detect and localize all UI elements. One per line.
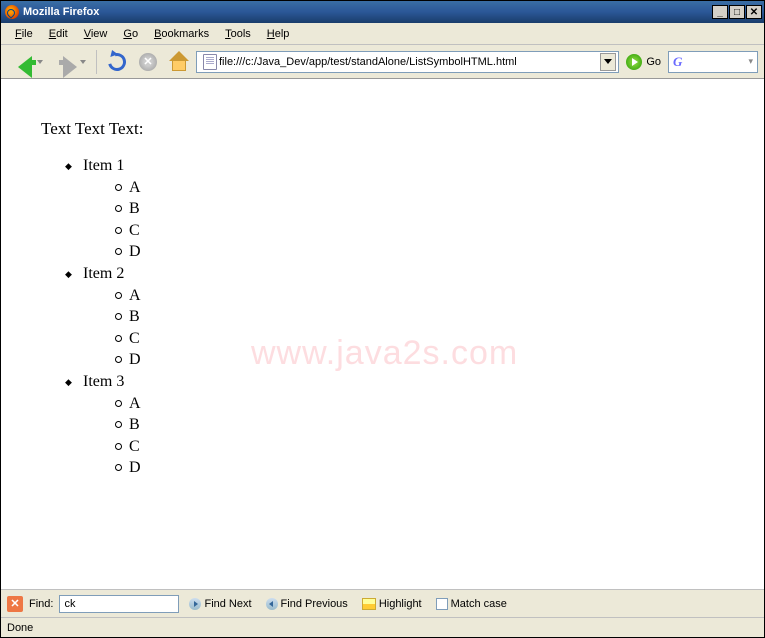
list-item: A bbox=[115, 393, 744, 415]
menubar: File Edit View Go Bookmarks Tools Help bbox=[1, 23, 764, 45]
maximize-button[interactable]: □ bbox=[729, 5, 745, 19]
inner-list: A B C D bbox=[83, 177, 744, 263]
item-label: Item 1 bbox=[83, 157, 124, 174]
find-toolbar: ✕ Find: Find Next Find Previous Highligh… bbox=[1, 589, 764, 617]
search-dropdown-icon: ▾ bbox=[748, 56, 753, 67]
address-bar[interactable]: file:///c:/Java_Dev/app/test/standAlone/… bbox=[196, 51, 619, 73]
statusbar: Done bbox=[1, 617, 764, 637]
address-dropdown-button[interactable] bbox=[600, 53, 616, 71]
find-next-button[interactable]: Find Next bbox=[185, 596, 255, 612]
list-item: D bbox=[115, 349, 744, 371]
close-button[interactable]: ✕ bbox=[746, 5, 762, 19]
back-button[interactable] bbox=[7, 49, 47, 75]
window-controls: _ □ ✕ bbox=[712, 5, 762, 19]
list-item: B bbox=[115, 306, 744, 328]
go-icon bbox=[626, 54, 642, 70]
list-item: Item 3 A B C D bbox=[69, 371, 744, 479]
item-label: Item 2 bbox=[83, 265, 124, 282]
stop-button[interactable] bbox=[134, 49, 162, 75]
separator bbox=[96, 50, 97, 74]
list-item: C bbox=[115, 328, 744, 350]
list-item: A bbox=[115, 177, 744, 199]
list-item: C bbox=[115, 220, 744, 242]
menu-edit[interactable]: Edit bbox=[41, 26, 76, 42]
list-item: B bbox=[115, 198, 744, 220]
find-next-label: Find Next bbox=[204, 598, 251, 610]
reload-button[interactable] bbox=[103, 49, 131, 75]
page-icon bbox=[203, 54, 217, 70]
match-case-label: Match case bbox=[451, 598, 507, 610]
list-item: D bbox=[115, 241, 744, 263]
search-engine-icon: G bbox=[673, 54, 682, 70]
search-box[interactable]: G ▾ bbox=[668, 51, 758, 73]
menu-tools[interactable]: Tools bbox=[217, 26, 259, 42]
find-previous-icon bbox=[266, 598, 278, 610]
stop-icon bbox=[139, 53, 157, 71]
url-text: file:///c:/Java_Dev/app/test/standAlone/… bbox=[219, 56, 600, 68]
titlebar: Mozilla Firefox _ □ ✕ bbox=[1, 1, 764, 23]
window-title: Mozilla Firefox bbox=[23, 6, 712, 18]
match-case-checkbox[interactable] bbox=[436, 598, 448, 610]
close-findbar-button[interactable]: ✕ bbox=[7, 596, 23, 612]
menu-file[interactable]: File bbox=[7, 26, 41, 42]
find-previous-label: Find Previous bbox=[281, 598, 348, 610]
forward-button[interactable] bbox=[50, 49, 90, 75]
inner-list: A B C D bbox=[83, 285, 744, 371]
arrow-back-icon bbox=[16, 51, 38, 73]
reload-icon bbox=[105, 49, 130, 74]
list-item: D bbox=[115, 457, 744, 479]
list-item: A bbox=[115, 285, 744, 307]
home-icon bbox=[169, 53, 189, 71]
highlight-button[interactable]: Highlight bbox=[358, 596, 426, 612]
highlight-icon bbox=[362, 598, 376, 610]
find-label: Find: bbox=[29, 598, 53, 610]
menu-bookmarks[interactable]: Bookmarks bbox=[146, 26, 217, 42]
highlight-label: Highlight bbox=[379, 598, 422, 610]
home-button[interactable] bbox=[165, 49, 193, 75]
menu-go[interactable]: Go bbox=[115, 26, 146, 42]
list-item: Item 2 A B C D bbox=[69, 263, 744, 371]
find-input[interactable] bbox=[59, 595, 179, 613]
go-button[interactable]: Go bbox=[622, 51, 665, 73]
menu-help[interactable]: Help bbox=[259, 26, 298, 42]
find-next-icon bbox=[189, 598, 201, 610]
go-label: Go bbox=[646, 56, 661, 68]
outer-list: Item 1 A B C D Item 2 A B C D Item 3 A B… bbox=[41, 155, 744, 479]
inner-list: A B C D bbox=[83, 393, 744, 479]
page-content: Text Text Text: Item 1 A B C D Item 2 A … bbox=[1, 79, 764, 589]
firefox-icon bbox=[5, 5, 19, 19]
menu-view[interactable]: View bbox=[76, 26, 116, 42]
page-heading: Text Text Text: bbox=[41, 119, 744, 139]
match-case-toggle[interactable]: Match case bbox=[432, 596, 511, 612]
arrow-forward-icon bbox=[59, 51, 81, 73]
find-previous-button[interactable]: Find Previous bbox=[262, 596, 352, 612]
minimize-button[interactable]: _ bbox=[712, 5, 728, 19]
item-label: Item 3 bbox=[83, 373, 124, 390]
list-item: C bbox=[115, 436, 744, 458]
list-item: B bbox=[115, 414, 744, 436]
navigation-toolbar: file:///c:/Java_Dev/app/test/standAlone/… bbox=[1, 45, 764, 79]
status-text: Done bbox=[7, 622, 33, 634]
list-item: Item 1 A B C D bbox=[69, 155, 744, 263]
